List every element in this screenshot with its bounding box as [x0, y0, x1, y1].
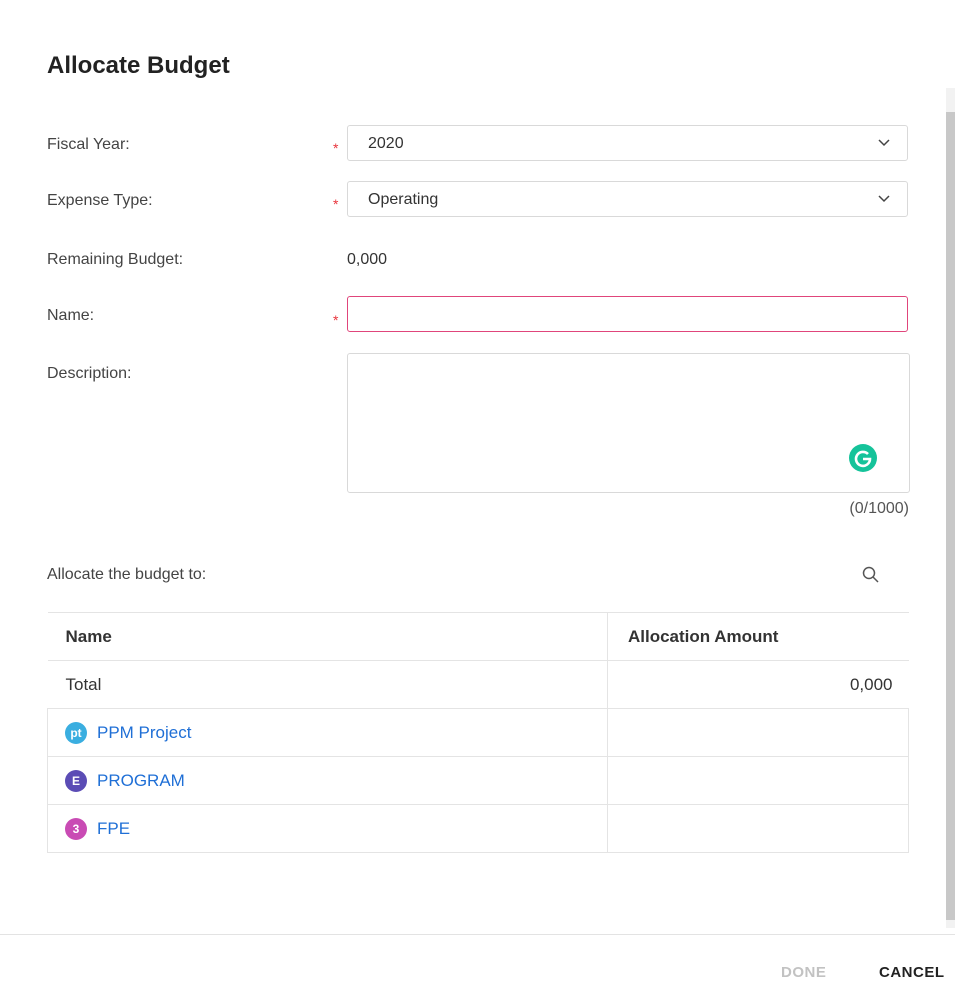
- search-icon[interactable]: [861, 565, 881, 585]
- table-row: 3 FPE: [47, 804, 909, 853]
- total-row: Total 0,000: [47, 660, 909, 709]
- description-char-count: (0/1000): [849, 500, 909, 517]
- allocate-label: Allocate the budget to:: [47, 566, 207, 583]
- fiscal-year-select[interactable]: 2020: [347, 125, 908, 161]
- table-header: Name Allocation Amount: [47, 612, 909, 661]
- remaining-budget-label: Remaining Budget:: [47, 251, 184, 268]
- column-header-name: Name: [47, 612, 608, 661]
- name-label: Name:: [47, 307, 95, 324]
- chevron-down-icon: [878, 195, 890, 203]
- grammarly-icon[interactable]: [849, 444, 877, 472]
- allocation-table: Name Allocation Amount Total 0,000 pt PPM…: [47, 612, 909, 853]
- required-marker: *: [333, 196, 339, 212]
- required-marker: *: [333, 140, 339, 156]
- expense-type-select[interactable]: Operating: [347, 181, 908, 217]
- allocation-amount-cell[interactable]: [607, 804, 909, 853]
- column-header-amount: Allocation Amount: [607, 612, 909, 661]
- expense-type-label: Expense Type:: [47, 192, 153, 209]
- required-marker: *: [333, 312, 339, 328]
- fiscal-year-label: Fiscal Year:: [47, 136, 130, 153]
- description-label: Description:: [47, 365, 132, 382]
- program-type-badge: E: [65, 769, 87, 792]
- chevron-down-icon: [878, 139, 890, 147]
- cancel-button[interactable]: CANCEL: [873, 963, 951, 982]
- dialog-title: Allocate Budget: [47, 52, 230, 79]
- allocation-amount-cell[interactable]: [607, 756, 909, 805]
- item-link[interactable]: PROGRAM: [97, 771, 185, 790]
- item-link[interactable]: FPE: [97, 819, 130, 838]
- footer-divider: [0, 934, 955, 935]
- item-link[interactable]: PPM Project: [97, 723, 191, 742]
- done-button[interactable]: DONE: [775, 963, 832, 982]
- item-type-badge: 3: [65, 817, 87, 840]
- project-type-badge: pt: [65, 721, 87, 744]
- description-textarea[interactable]: [347, 353, 910, 493]
- remaining-budget-value: 0,000: [347, 251, 388, 268]
- total-label: Total: [47, 660, 608, 709]
- expense-type-value: Operating: [368, 191, 439, 208]
- scrollbar-thumb[interactable]: [946, 112, 955, 920]
- table-row: E PROGRAM: [47, 756, 909, 805]
- total-amount: 0,000: [607, 660, 909, 709]
- fiscal-year-value: 2020: [368, 135, 404, 152]
- allocation-amount-cell[interactable]: [607, 708, 909, 757]
- name-input[interactable]: [347, 296, 908, 332]
- table-row: pt PPM Project: [47, 708, 909, 757]
